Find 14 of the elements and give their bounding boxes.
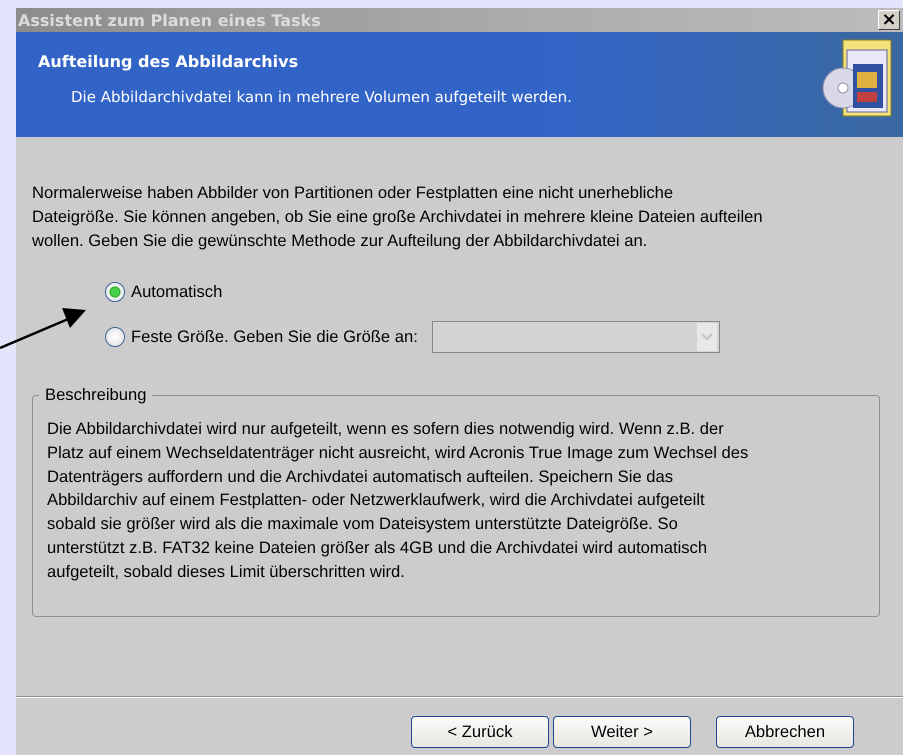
page-title: Aufteilung des Abbildarchivs	[38, 52, 300, 71]
back-button[interactable]: < Zurück	[411, 716, 549, 748]
close-button[interactable]: ×	[878, 10, 900, 30]
option-label[interactable]: Automatisch	[131, 282, 222, 302]
option-label[interactable]: Feste Größe. Geben Sie die Größe an:	[131, 327, 418, 347]
page-subtitle: Die Abbildarchivdatei kann in mehrere Volumen aufgeteilt werden.	[71, 88, 572, 106]
intro-paragraph: Normalerweise haben Abbilder von Partitionen oder Festplatten eine nicht unerhebliche Dateigröße. Sie können angeben, ob Sie eine große Archivdatei in mehrere kleine Dateien aufteilen wollen. Geben Sie die gewünschte Methode zur Aufteilung der Abbildarchivdatei an.	[32, 182, 764, 252]
radio-button[interactable]	[105, 282, 125, 302]
next-button[interactable]: Weiter >	[553, 716, 691, 748]
group-legend: Beschreibung	[39, 385, 152, 405]
window-title: Assistent zum Planen eines Tasks	[17, 10, 321, 30]
cancel-button[interactable]: Abbrechen	[716, 716, 854, 748]
description-paragraph: Die Abbildarchivdatei wird nur aufgeteilt, wenn es sofern dies notwendig wird. Wenn z.B. der Platz auf einem Wechseldatenträger nicht ausreicht, wird Acronis True Image zum Wechsel des Datenträgers auffordern und die Archivdatei automatisch aufteilen. Speichern Sie das Abbildarchiv auf einem Festplatten- oder Netzwerklaufwerk, wird die Archivdatei aufgeteilt sobald sie größer wird als die maximale vom Dateisystem unterstützte Dateigröße. So unterstützt z.B. FAT32 keine Dateien größer als 4GB und die Archivdatei wird automatisch aufgeteilt, sobald dieses Limit überschritten wird.	[47, 418, 750, 583]
radio-button[interactable]	[105, 327, 125, 347]
